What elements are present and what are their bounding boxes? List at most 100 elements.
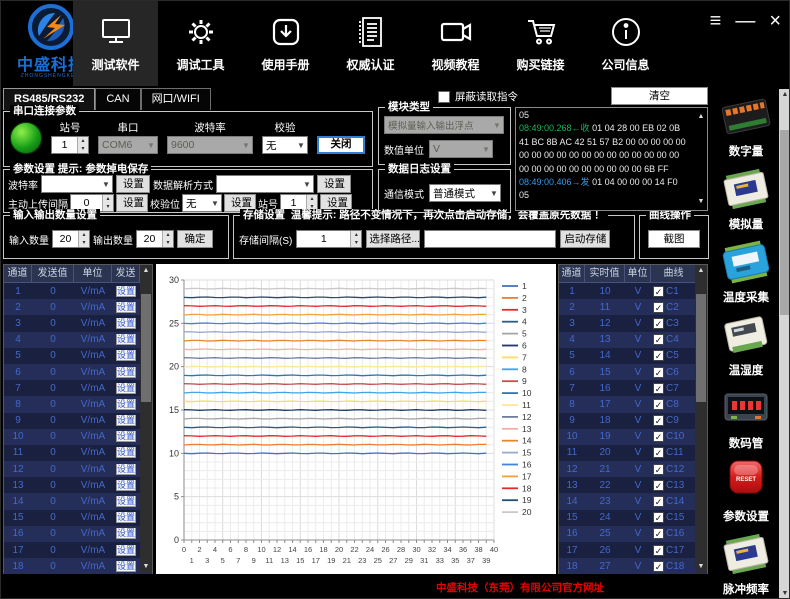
sidebar-item-temp-humidity[interactable]: 温湿度 <box>713 308 779 381</box>
scroll-up-icon[interactable]: ▲ <box>695 265 707 277</box>
curve-checkbox[interactable]: ✓ <box>653 383 664 394</box>
set-value-button[interactable]: 设置 <box>116 561 136 572</box>
minimize-button[interactable]: — <box>735 9 755 33</box>
footer-company-link[interactable]: 中盛科技（东莞）有限公司官方网址 <box>436 580 604 595</box>
input-qty-input[interactable]: 20 ▴▾ <box>52 230 90 248</box>
menu-video-tutorial[interactable]: 视频教程 <box>413 1 498 86</box>
scrollbar-track[interactable] <box>779 101 790 588</box>
menu-debug-tools[interactable]: 调试工具 <box>158 1 243 86</box>
scrollbar-thumb[interactable] <box>141 294 151 402</box>
set-value-button[interactable]: 设置 <box>116 286 136 297</box>
scrollbar-thumb[interactable] <box>780 130 790 315</box>
start-storage-button[interactable]: 启动存储 <box>560 230 610 248</box>
curve-checkbox[interactable]: ✓ <box>653 302 664 313</box>
close-port-button[interactable]: 关闭 <box>317 136 365 154</box>
curve-checkbox[interactable]: ✓ <box>653 464 664 475</box>
sidebar-item-analog[interactable]: 模拟量 <box>713 162 779 235</box>
curve-checkbox[interactable]: ✓ <box>653 447 664 458</box>
com-port-select[interactable]: COM6 ▼ <box>98 136 158 154</box>
set-value-button[interactable]: 设置 <box>116 302 136 313</box>
curve-checkbox[interactable]: ✓ <box>653 415 664 426</box>
set-value-button[interactable]: 设置 <box>116 350 136 361</box>
module-type-select[interactable]: 模拟量输入输出浮点 ▼ <box>384 116 504 134</box>
storage-interval-input[interactable]: 1 ▴▾ <box>296 230 362 248</box>
set-upload-button[interactable]: 设置 <box>116 194 148 212</box>
table-scrollbar[interactable]: ▲▼ <box>695 265 707 573</box>
close-button[interactable]: × <box>769 9 781 33</box>
sidebar-item-pulse-frequency[interactable]: 脉冲频率 <box>713 527 779 599</box>
set-parse-button[interactable]: 设置 <box>317 175 351 193</box>
curve-checkbox[interactable]: ✓ <box>653 286 664 297</box>
data-log-panel[interactable]: 0508:49:00.268←收 01 04 28 00 EB 02 0B41 … <box>515 107 708 211</box>
storage-path-field[interactable] <box>424 230 556 248</box>
sidebar-item-param-settings[interactable]: RESET 参数设置 <box>713 454 779 527</box>
set-value-button[interactable]: 设置 <box>116 415 136 426</box>
tab-can[interactable]: CAN <box>95 88 140 110</box>
set-value-button[interactable]: 设置 <box>116 383 136 394</box>
menu-user-manual[interactable]: 使用手册 <box>243 1 328 86</box>
set-baud-button[interactable]: 设置 <box>116 175 150 193</box>
station-number-input[interactable]: 1 ▴▾ <box>51 136 89 154</box>
set-value-button[interactable]: 设置 <box>116 431 136 442</box>
set-value-button[interactable]: 设置 <box>116 367 136 378</box>
parity-set-select[interactable]: 无 ▼ <box>182 194 222 212</box>
set-value-button[interactable]: 设置 <box>116 480 136 491</box>
tab-network-wifi[interactable]: 网口/WIFI <box>141 88 211 110</box>
spinner-arrows-icon[interactable]: ▴▾ <box>162 231 173 247</box>
scroll-down-icon[interactable]: ▼ <box>140 561 152 573</box>
set-value-button[interactable]: 设置 <box>116 318 136 329</box>
scroll-up-icon[interactable]: ▲ <box>140 265 152 277</box>
set-value-button[interactable]: 设置 <box>116 496 136 507</box>
curve-checkbox[interactable]: ✓ <box>653 431 664 442</box>
output-qty-input[interactable]: 20 ▴▾ <box>136 230 174 248</box>
curve-checkbox[interactable]: ✓ <box>653 318 664 329</box>
scrollbar-track[interactable] <box>140 277 152 561</box>
curve-checkbox[interactable]: ✓ <box>653 545 664 556</box>
spinner-arrows-icon[interactable]: ▴▾ <box>102 195 113 211</box>
spinner-arrows-icon[interactable]: ▴▾ <box>77 137 88 153</box>
sidebar-item-digital[interactable]: 数字量 <box>713 89 779 162</box>
menu-purchase-link[interactable]: 购买链接 <box>498 1 583 86</box>
parity-select[interactable]: 无 ▼ <box>262 136 308 154</box>
curve-checkbox[interactable]: ✓ <box>653 350 664 361</box>
set-value-button[interactable]: 设置 <box>116 528 136 539</box>
curve-checkbox[interactable]: ✓ <box>653 512 664 523</box>
set-value-button[interactable]: 设置 <box>116 545 136 556</box>
comm-mode-select[interactable]: 普通模式 ▼ <box>429 184 501 202</box>
confirm-button[interactable]: 确定 <box>177 230 213 248</box>
menu-test-software[interactable]: 测试软件 <box>73 1 158 86</box>
menu-certification[interactable]: 权威认证 <box>328 1 413 86</box>
scroll-down-icon[interactable]: ▼ <box>779 588 790 599</box>
scroll-down-icon[interactable]: ▼ <box>696 195 706 208</box>
spinner-arrows-icon[interactable]: ▴▾ <box>350 231 361 247</box>
hamburger-menu-button[interactable]: ≡ <box>710 9 722 33</box>
set-value-button[interactable]: 设置 <box>116 464 136 475</box>
set-value-button[interactable]: 设置 <box>116 447 136 458</box>
screenshot-button[interactable]: 截图 <box>648 230 700 248</box>
unit-select[interactable]: V ▼ <box>429 140 493 158</box>
curve-checkbox[interactable]: ✓ <box>653 528 664 539</box>
curve-checkbox[interactable]: ✓ <box>653 399 664 410</box>
menu-company-info[interactable]: 公司信息 <box>583 1 668 86</box>
sidebar-item-temperature[interactable]: 温度采集 <box>713 235 779 308</box>
set-value-button[interactable]: 设置 <box>116 399 136 410</box>
mask-read-checkbox[interactable] <box>438 91 450 103</box>
scrollbar-track[interactable] <box>695 277 707 561</box>
curve-checkbox[interactable]: ✓ <box>653 561 664 572</box>
scroll-down-icon[interactable]: ▼ <box>695 561 707 573</box>
scroll-up-icon[interactable]: ▲ <box>779 89 790 101</box>
table-scrollbar[interactable]: ▲▼ <box>140 265 152 573</box>
curve-checkbox[interactable]: ✓ <box>653 334 664 345</box>
scrollbar-thumb[interactable] <box>696 294 706 402</box>
scroll-up-icon[interactable]: ▲ <box>696 110 706 123</box>
baud-rate-select[interactable]: 9600 ▼ <box>167 136 253 154</box>
parse-mode-select[interactable]: ▼ <box>216 175 314 193</box>
clear-log-button[interactable]: 清空 <box>611 87 708 105</box>
curve-checkbox[interactable]: ✓ <box>653 496 664 507</box>
choose-path-button[interactable]: 选择路径... <box>366 230 420 248</box>
baud-set-select[interactable]: ▼ <box>41 175 113 193</box>
set-value-button[interactable]: 设置 <box>116 512 136 523</box>
set-value-button[interactable]: 设置 <box>116 334 136 345</box>
curve-checkbox[interactable]: ✓ <box>653 367 664 378</box>
sidebar-item-digital-tube[interactable]: 数码管 <box>713 381 779 454</box>
